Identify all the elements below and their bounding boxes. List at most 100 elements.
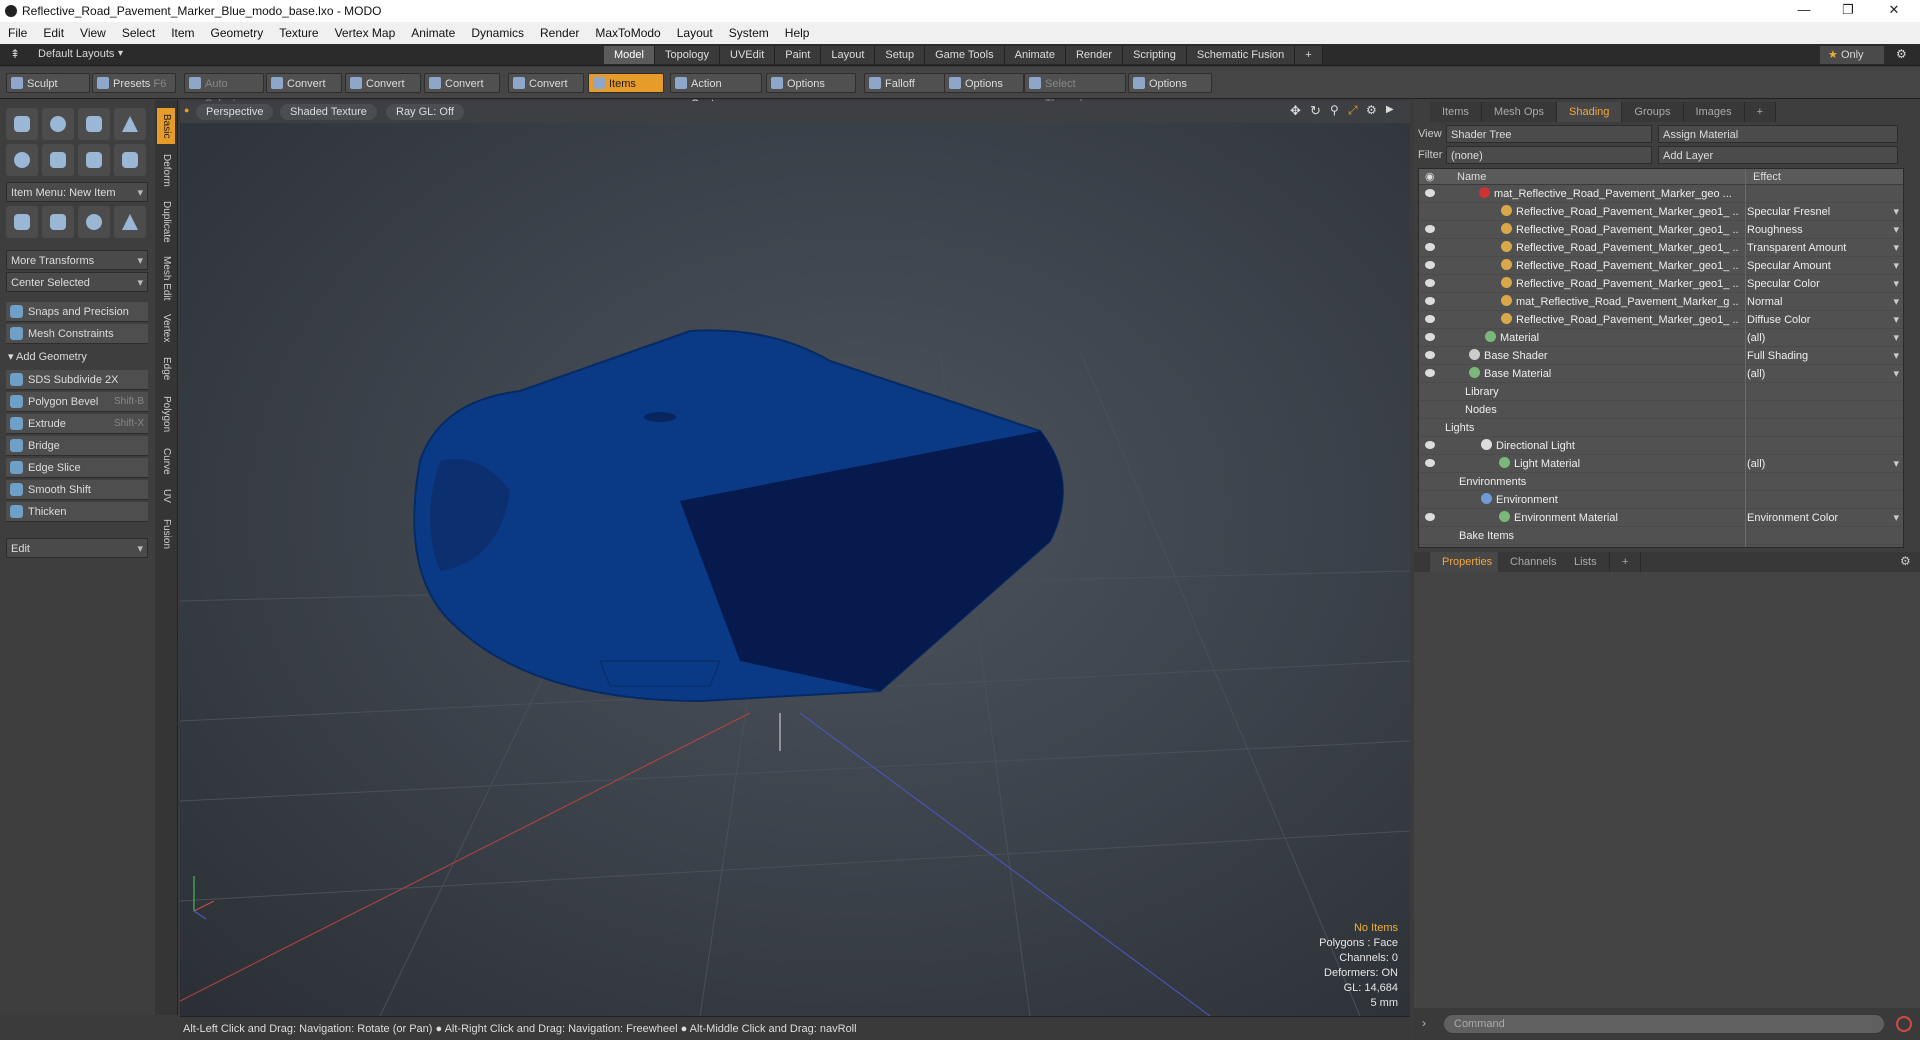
raygl-button[interactable]: Ray GL: Off bbox=[386, 104, 464, 120]
tab-shading[interactable]: Shading bbox=[1557, 102, 1623, 122]
shader-tree-row[interactable]: Reflective_Road_Pavement_Marker_geo1_ ..… bbox=[1419, 203, 1903, 221]
chevron-down-icon[interactable]: ▾ bbox=[1893, 239, 1899, 257]
menu-render[interactable]: Render bbox=[532, 26, 587, 40]
options-button-2[interactable]: Options bbox=[944, 73, 1024, 93]
layout-dropdown[interactable]: Default Layouts bbox=[38, 48, 114, 60]
falloff-button[interactable]: Falloff bbox=[864, 73, 946, 93]
gear-icon[interactable]: ⚙ bbox=[1900, 554, 1911, 568]
zoom-icon[interactable]: ⚲ bbox=[1330, 103, 1339, 117]
tab-model[interactable]: Model bbox=[604, 46, 655, 64]
pen-tool-icon[interactable] bbox=[78, 144, 110, 176]
gear-icon[interactable]: ⚙ bbox=[1896, 47, 1907, 61]
tab-game-tools[interactable]: Game Tools bbox=[925, 46, 1005, 64]
tab-render[interactable]: Render bbox=[1065, 46, 1124, 64]
menu-select[interactable]: Select bbox=[114, 26, 163, 40]
add-tab-button[interactable]: + bbox=[1295, 46, 1323, 64]
eye-icon[interactable] bbox=[1425, 351, 1435, 359]
eye-icon[interactable] bbox=[1425, 279, 1435, 287]
menu-geometry[interactable]: Geometry bbox=[203, 26, 272, 40]
vtab-edge[interactable]: Edge bbox=[157, 352, 175, 386]
eye-icon[interactable] bbox=[1425, 243, 1435, 251]
tab-items[interactable]: Items bbox=[1430, 102, 1482, 122]
action-center-button[interactable]: Action Center bbox=[670, 73, 762, 110]
rotate-view-icon[interactable]: ↻ bbox=[1310, 103, 1321, 119]
layout-arrow-icon[interactable]: ⇞ bbox=[10, 47, 20, 61]
add-layer-dropdown[interactable]: Add Layer bbox=[1658, 146, 1898, 164]
eye-icon[interactable] bbox=[1425, 189, 1435, 197]
filter-dropdown[interactable]: (none) bbox=[1446, 146, 1652, 164]
bridge-button[interactable]: Bridge bbox=[6, 436, 148, 456]
options-button-3[interactable]: Options bbox=[1128, 73, 1212, 93]
menu-system[interactable]: System bbox=[721, 26, 777, 40]
thicken-button[interactable]: Thicken bbox=[6, 502, 148, 522]
tab-animate[interactable]: Animate bbox=[1004, 46, 1066, 64]
cube-primitive-icon[interactable] bbox=[6, 108, 38, 140]
shader-tree-row-effect[interactable]: Specular Amount bbox=[1747, 257, 1831, 275]
more-transforms-dropdown[interactable]: More Transforms bbox=[6, 250, 148, 271]
center-selected-dropdown[interactable]: Center Selected bbox=[6, 272, 148, 293]
vtab-mesh-edit[interactable]: Mesh Edit bbox=[157, 252, 175, 304]
shader-tree-row[interactable]: Light Material (all) ▾ bbox=[1419, 455, 1903, 473]
options-button-1[interactable]: Options bbox=[766, 73, 856, 93]
perspective-button[interactable]: Perspective bbox=[196, 104, 274, 120]
menu-view[interactable]: View bbox=[72, 26, 114, 40]
view-dropdown[interactable]: Shader Tree bbox=[1446, 125, 1652, 143]
shader-tree-row[interactable]: Base Shader Full Shading ▾ bbox=[1419, 347, 1903, 365]
tab-channels[interactable]: Channels bbox=[1498, 552, 1570, 572]
menu-vertex-map[interactable]: Vertex Map bbox=[327, 26, 404, 40]
eye-icon[interactable] bbox=[1425, 315, 1435, 323]
shader-tree-row[interactable]: Directional Light bbox=[1419, 437, 1903, 455]
menu-dynamics[interactable]: Dynamics bbox=[463, 26, 532, 40]
3d-viewport[interactable]: ● Perspective Shaded Texture Ray GL: Off… bbox=[180, 101, 1410, 1016]
cone-primitive-icon[interactable] bbox=[114, 108, 146, 140]
add-tab-button[interactable]: + bbox=[1744, 102, 1777, 122]
shader-tree-row-effect[interactable]: Normal bbox=[1747, 293, 1782, 311]
convert-button-3[interactable]: Convert bbox=[424, 73, 500, 93]
smooth-shift-button[interactable]: Smooth Shift bbox=[6, 480, 148, 500]
sphere-primitive-icon[interactable] bbox=[42, 108, 74, 140]
shader-tree-row[interactable]: Environment bbox=[1419, 491, 1903, 509]
grid-icon[interactable] bbox=[42, 206, 74, 238]
sculpt-button[interactable]: Sculpt bbox=[6, 73, 90, 93]
expand-icon[interactable]: ▶ bbox=[1386, 104, 1394, 115]
eye-icon[interactable] bbox=[1425, 369, 1435, 377]
move-view-icon[interactable]: ✥ bbox=[1290, 103, 1301, 119]
shaded-texture-button[interactable]: Shaded Texture bbox=[280, 104, 377, 120]
eye-icon[interactable] bbox=[1425, 297, 1435, 305]
polygon-bevel-button[interactable]: Polygon Bevel Shift-B bbox=[6, 392, 148, 412]
tab-mesh-ops[interactable]: Mesh Ops bbox=[1481, 102, 1558, 122]
select-through-button[interactable]: Select Through bbox=[1024, 73, 1126, 110]
chevron-down-icon[interactable]: ▾ bbox=[1893, 509, 1899, 527]
vtab-vertex[interactable]: Vertex bbox=[157, 308, 175, 348]
shader-tree-row[interactable]: Reflective_Road_Pavement_Marker_geo1_ ..… bbox=[1419, 239, 1903, 257]
tab-properties[interactable]: Properties bbox=[1430, 552, 1506, 572]
chevron-down-icon[interactable]: ▾ bbox=[1893, 455, 1899, 473]
restore-button[interactable]: ❐ bbox=[1826, 0, 1870, 22]
menu-item[interactable]: Item bbox=[163, 26, 202, 40]
shader-tree-row[interactable]: Environment Material Environment Color ▾ bbox=[1419, 509, 1903, 527]
shader-tree-row-effect[interactable]: (all) bbox=[1747, 455, 1765, 473]
chevron-down-icon[interactable]: ▾ bbox=[1893, 311, 1899, 329]
chevron-down-icon[interactable]: ▾ bbox=[1893, 329, 1899, 347]
item-menu-dropdown[interactable]: Item Menu: New Item bbox=[6, 182, 148, 203]
menu-layout[interactable]: Layout bbox=[669, 26, 721, 40]
vtab-fusion[interactable]: Fusion bbox=[157, 512, 175, 556]
eye-icon[interactable] bbox=[1425, 333, 1435, 341]
shader-tree-row[interactable]: Library bbox=[1419, 383, 1903, 401]
tab-images[interactable]: Images bbox=[1683, 102, 1745, 122]
shader-tree-row[interactable]: Bake Items bbox=[1419, 527, 1903, 545]
pavement-marker-model[interactable] bbox=[413, 329, 1064, 703]
menu-animate[interactable]: Animate bbox=[403, 26, 463, 40]
vtab-curve[interactable]: Curve bbox=[157, 442, 175, 480]
vtab-uv[interactable]: UV bbox=[157, 484, 175, 508]
shader-tree-row-effect[interactable]: Diffuse Color bbox=[1747, 311, 1810, 329]
eye-icon[interactable] bbox=[1425, 261, 1435, 269]
vtab-basic[interactable]: Basic bbox=[157, 108, 175, 144]
mesh-constraints-button[interactable]: Mesh Constraints bbox=[6, 324, 148, 344]
chevron-down-icon[interactable]: ▾ bbox=[1893, 365, 1899, 383]
edit-dropdown[interactable]: Edit bbox=[6, 538, 148, 559]
shader-tree-row[interactable]: Reflective_Road_Pavement_Marker_geo1_ ..… bbox=[1419, 221, 1903, 239]
shader-tree-row[interactable]: Nodes bbox=[1419, 401, 1903, 419]
fit-view-icon[interactable]: ⤢ bbox=[1348, 103, 1358, 118]
tab-setup[interactable]: Setup bbox=[875, 46, 926, 64]
